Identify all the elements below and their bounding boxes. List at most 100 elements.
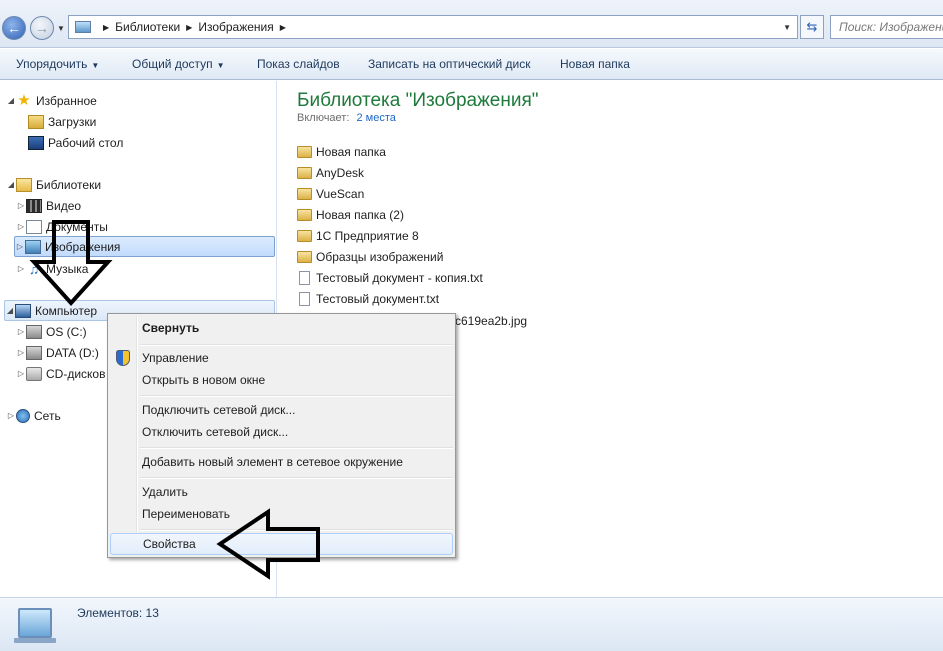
- file-item[interactable]: 1С Предприятие 8: [297, 225, 419, 246]
- file-item[interactable]: VueScan: [297, 183, 364, 204]
- computer-icon: [15, 303, 31, 318]
- includes-label: Включает:: [297, 112, 350, 124]
- downloads-folder-icon: [28, 114, 44, 129]
- menu-separator: [140, 529, 453, 531]
- hard-drive-icon: [26, 345, 42, 360]
- file-name: Тестовый документ.txt: [316, 291, 440, 306]
- collapsed-triangle-icon[interactable]: ▷: [16, 327, 26, 336]
- nav-video[interactable]: ▷ Видео: [16, 195, 81, 216]
- collapsed-triangle-icon[interactable]: ▷: [16, 348, 26, 357]
- search-input[interactable]: Поиск: Изображения: [830, 15, 943, 39]
- page-title: Библиотека "Изображения": [297, 90, 539, 111]
- nav-music-label: Музыка: [46, 261, 89, 276]
- nav-cd-drive[interactable]: ▷ CD-дисков: [16, 363, 105, 384]
- menu-item-manage[interactable]: Управление: [110, 347, 453, 369]
- breadcrumb-libraries[interactable]: Библиотеки: [115, 20, 180, 34]
- uac-shield-icon: [116, 350, 130, 366]
- collapsed-triangle-icon[interactable]: ▷: [16, 369, 26, 378]
- nav-libraries[interactable]: ◢ Библиотеки: [6, 174, 101, 195]
- chevron-down-icon: ▼: [91, 61, 100, 70]
- forward-arrow-icon: →: [35, 20, 49, 36]
- share-button[interactable]: Общий доступ ▼: [132, 57, 225, 71]
- folder-icon: [297, 145, 312, 158]
- slideshow-button[interactable]: Показ слайдов: [257, 57, 340, 71]
- nav-drive-c-label: OS (C:): [46, 324, 87, 339]
- images-library-icon: [25, 239, 41, 254]
- context-menu: Свернуть Управление Открыть в новом окне…: [107, 313, 456, 558]
- menu-item-properties[interactable]: Свойства: [110, 533, 453, 555]
- nav-cd-drive-label: CD-дисков: [46, 366, 106, 381]
- folder-icon: [297, 250, 312, 263]
- collapsed-triangle-icon[interactable]: ▷: [6, 411, 16, 420]
- forward-button[interactable]: →: [30, 16, 54, 40]
- menu-item-rename[interactable]: Переименовать: [110, 503, 453, 525]
- chevron-right-icon[interactable]: ▶: [280, 23, 286, 32]
- text-file-icon: [299, 270, 310, 285]
- collapsed-triangle-icon[interactable]: ▷: [16, 201, 26, 210]
- file-name: Новая папка: [316, 144, 386, 159]
- menu-item-map-network-drive[interactable]: Подключить сетевой диск...: [110, 399, 453, 421]
- file-item[interactable]: AnyDesk: [297, 162, 364, 183]
- includes-locations-link[interactable]: 2 места: [356, 112, 395, 124]
- documents-library-icon: [26, 219, 42, 234]
- breadcrumb-images[interactable]: Изображения: [198, 20, 273, 34]
- menu-item-open-new-window[interactable]: Открыть в новом окне: [110, 369, 453, 391]
- collapsed-triangle-icon[interactable]: ▷: [16, 264, 26, 273]
- file-name: Тестовый документ - копия.txt: [316, 270, 483, 285]
- organize-button[interactable]: Упорядочить ▼: [16, 57, 99, 71]
- path-dropdown-icon[interactable]: ▼: [783, 23, 791, 32]
- folder-icon: [297, 166, 312, 179]
- star-icon: ★: [17, 91, 31, 109]
- nav-network-label: Сеть: [34, 408, 61, 423]
- file-item[interactable]: Новая папка (2): [297, 204, 404, 225]
- file-item[interactable]: Новая папка: [297, 141, 386, 162]
- library-thumbnail-icon: [14, 608, 56, 643]
- nav-drive-d-label: DATA (D:): [46, 345, 99, 360]
- menu-separator: [140, 344, 453, 346]
- menu-item-delete[interactable]: Удалить: [110, 481, 453, 503]
- item-count: Элементов: 13: [77, 606, 159, 620]
- expanded-triangle-icon[interactable]: ◢: [6, 180, 16, 189]
- menu-item-add-network-location[interactable]: Добавить новый элемент в сетевое окружен…: [110, 451, 453, 473]
- library-images-icon: [75, 21, 91, 33]
- collapsed-triangle-icon[interactable]: ▷: [15, 242, 25, 251]
- menu-item-disconnect-network-drive[interactable]: Отключить сетевой диск...: [110, 421, 453, 443]
- network-icon: [16, 408, 30, 423]
- file-name: Новая папка (2): [316, 207, 404, 222]
- back-arrow-icon: ←: [7, 20, 21, 36]
- nav-drive-c[interactable]: ▷ OS (C:): [16, 321, 87, 342]
- status-bar: Элементов: 13: [0, 597, 943, 651]
- folder-icon: [297, 229, 312, 242]
- nav-drive-d[interactable]: ▷ DATA (D:): [16, 342, 99, 363]
- back-button[interactable]: ←: [2, 16, 26, 40]
- nav-images[interactable]: ▷ Изображения: [14, 236, 275, 257]
- nav-desktop-label: Рабочий стол: [48, 135, 124, 150]
- file-item[interactable]: Тестовый документ - копия.txt: [297, 267, 483, 288]
- new-folder-button[interactable]: Новая папка: [560, 57, 630, 71]
- nav-favorites[interactable]: ◢ ★ Избранное: [6, 90, 97, 111]
- burn-button[interactable]: Записать на оптический диск: [368, 57, 531, 71]
- menu-item-manage-label: Управление: [142, 351, 209, 365]
- nav-music[interactable]: ▷ ♫ Музыка: [16, 258, 89, 279]
- nav-computer-label: Компьютер: [35, 303, 98, 318]
- address-bar: ← → ▼ ▶ Библиотеки ▶ Изображения ▶ ▼ ⇆ П…: [0, 0, 943, 48]
- nav-documents[interactable]: ▷ Документы: [16, 216, 108, 237]
- refresh-button[interactable]: ⇆: [800, 15, 824, 39]
- collapsed-triangle-icon[interactable]: ▷: [16, 222, 26, 231]
- nav-network[interactable]: ▷ Сеть: [6, 405, 61, 426]
- breadcrumb[interactable]: ▶ Библиотеки ▶ Изображения ▶ ▼: [68, 15, 798, 39]
- expanded-triangle-icon[interactable]: ◢: [5, 306, 15, 315]
- expanded-triangle-icon[interactable]: ◢: [6, 96, 16, 105]
- command-bar: Упорядочить ▼ Общий доступ ▼ Показ слайдов…: [0, 49, 943, 80]
- file-item[interactable]: Образцы изображений: [297, 246, 443, 267]
- file-item[interactable]: Тестовый документ.txt: [297, 288, 439, 309]
- recent-pages-chevron-icon[interactable]: ▼: [57, 24, 65, 33]
- music-note-icon: ♫: [28, 260, 40, 277]
- menu-item-collapse[interactable]: Свернуть: [110, 317, 453, 339]
- nav-downloads[interactable]: Загрузки: [28, 111, 96, 132]
- chevron-right-icon[interactable]: ▶: [186, 23, 192, 32]
- nav-desktop[interactable]: Рабочий стол: [28, 132, 123, 153]
- chevron-right-icon[interactable]: ▶: [103, 23, 109, 32]
- folder-icon: [297, 208, 312, 221]
- system-drive-icon: [26, 324, 42, 339]
